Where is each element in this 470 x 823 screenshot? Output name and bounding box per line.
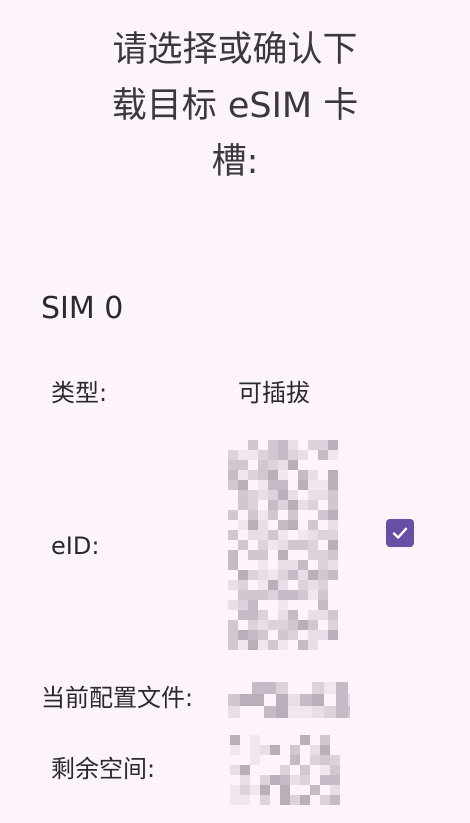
current-profile-value-redacted	[228, 682, 350, 718]
checkmark-icon	[392, 527, 408, 539]
current-profile-label: 当前配置文件:	[41, 684, 194, 712]
slot-selected-checkbox[interactable]	[386, 519, 414, 547]
slot-type-value: 可插拔	[238, 379, 310, 407]
free-space-label: 剩余空间:	[51, 755, 156, 783]
page-title-line-2: 载目标 eSIM 卡	[111, 86, 359, 126]
free-space-value-redacted	[230, 735, 340, 805]
eid-label: eID:	[51, 532, 100, 560]
page-title-line-3: 槽:	[211, 142, 259, 182]
eid-value-redacted	[228, 440, 338, 650]
page-title-line-1: 请选择或确认下	[112, 30, 358, 70]
slot-name: SIM 0	[41, 291, 124, 326]
page-title: 请选择或确认下 载目标 eSIM 卡 槽:	[70, 22, 400, 190]
slot-type-label: 类型:	[51, 379, 108, 407]
esim-slot-selection-screen: 请选择或确认下 载目标 eSIM 卡 槽: SIM 0 类型: 可插拔 eID:…	[0, 0, 470, 823]
